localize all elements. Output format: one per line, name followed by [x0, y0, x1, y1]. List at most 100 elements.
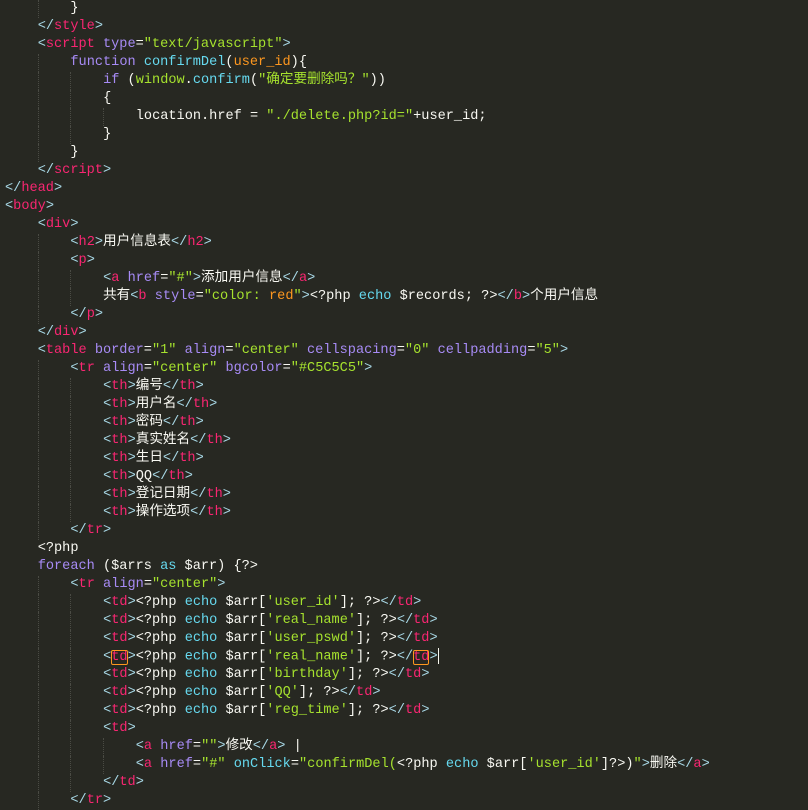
- code-token: QQ: [136, 469, 152, 484]
- code-token: </: [163, 415, 179, 430]
- indent-guide: [38, 684, 71, 702]
- code-line[interactable]: </tr>: [5, 522, 111, 540]
- indent-guide: [70, 90, 103, 108]
- code-line[interactable]: <td>: [5, 720, 136, 738]
- code-token: >: [54, 181, 62, 196]
- indent-guide: [70, 468, 103, 486]
- code-line[interactable]: {: [5, 90, 111, 108]
- code-line[interactable]: <td><?php echo $arr['real_name']; ?></td…: [5, 648, 439, 666]
- code-line[interactable]: </style>: [5, 18, 103, 36]
- code-line[interactable]: <?php: [5, 540, 78, 558]
- code-token: >: [128, 703, 136, 718]
- code-line[interactable]: <th>QQ</th>: [5, 468, 193, 486]
- code-line[interactable]: </tr>: [5, 792, 111, 810]
- code-token: <: [103, 631, 111, 646]
- code-line[interactable]: <td><?php echo $arr['birthday']; ?></td>: [5, 666, 429, 684]
- indent-guide: [5, 342, 38, 360]
- code-token: >: [128, 631, 136, 646]
- code-token: th: [179, 379, 195, 394]
- code-token: "./delete.php?id=": [266, 109, 413, 124]
- code-line[interactable]: <th>用户名</th>: [5, 396, 217, 414]
- code-line[interactable]: <th>操作选项</th>: [5, 504, 231, 522]
- code-line[interactable]: foreach ($arrs as $arr) {?>: [5, 558, 258, 576]
- code-token: p: [87, 307, 95, 322]
- code-token: >: [302, 289, 310, 304]
- code-line[interactable]: </head>: [5, 180, 62, 198]
- code-line[interactable]: <td><?php echo $arr['real_name']; ?></td…: [5, 612, 438, 630]
- code-line[interactable]: 共有<b style="color: red"><?php echo $reco…: [5, 288, 598, 306]
- code-token: td: [111, 650, 127, 665]
- code-line[interactable]: <table border="1" align="center" cellspa…: [5, 342, 568, 360]
- code-token: <: [103, 685, 111, 700]
- code-token: border: [95, 343, 144, 358]
- code-line[interactable]: </p>: [5, 306, 103, 324]
- code-line[interactable]: <th>编号</th>: [5, 378, 204, 396]
- code-line[interactable]: <script type="text/javascript">: [5, 36, 291, 54]
- indent-guide: [5, 630, 38, 648]
- indent-guide: [38, 72, 71, 90]
- indent-guide: [70, 126, 103, 144]
- code-token: </: [38, 19, 54, 34]
- code-token: </: [397, 631, 413, 646]
- code-token: ]; ?>: [299, 685, 340, 700]
- code-line[interactable]: location.href = "./delete.php?id="+user_…: [5, 108, 487, 126]
- code-line[interactable]: function confirmDel(user_id){: [5, 54, 307, 72]
- code-token: if: [103, 73, 119, 88]
- code-line[interactable]: <td><?php echo $arr['user_id']; ?></td>: [5, 594, 421, 612]
- code-token: 'user_id': [266, 595, 339, 610]
- code-line[interactable]: <a href="#">添加用户信息</a>: [5, 270, 315, 288]
- code-token: </: [163, 451, 179, 466]
- indent-guide: [103, 738, 136, 756]
- indent-guide: [38, 90, 71, 108]
- code-line[interactable]: <th>密码</th>: [5, 414, 204, 432]
- indent-guide: [5, 126, 38, 144]
- code-token: $arr[: [217, 631, 266, 646]
- code-token: [176, 343, 184, 358]
- code-token: >: [128, 595, 136, 610]
- code-token: $arr[: [217, 613, 266, 628]
- indent-guide: [5, 234, 38, 252]
- code-token: <: [103, 721, 111, 736]
- code-line[interactable]: <tr align="center">: [5, 576, 225, 594]
- code-token: align: [185, 343, 226, 358]
- code-line[interactable]: }: [5, 126, 111, 144]
- code-editor[interactable]: }</style><script type="text/javascript">…: [0, 0, 808, 804]
- code-line[interactable]: <a href="#" onClick="confirmDel(<?php ec…: [5, 756, 710, 774]
- code-line[interactable]: </td>: [5, 774, 144, 792]
- code-token: echo: [185, 685, 218, 700]
- code-token: a: [144, 757, 152, 772]
- code-token: cellpadding: [438, 343, 528, 358]
- indent-guide: [38, 108, 71, 126]
- code-token: <: [70, 253, 78, 268]
- code-line[interactable]: }: [5, 144, 79, 162]
- code-token: </: [190, 487, 206, 502]
- code-token: >: [128, 433, 136, 448]
- code-line[interactable]: <th>真实姓名</th>: [5, 432, 231, 450]
- code-line[interactable]: <th>登记日期</th>: [5, 486, 231, 504]
- code-token: $arr) {?>: [176, 559, 258, 574]
- code-token: >: [223, 505, 231, 520]
- code-line[interactable]: <p>: [5, 252, 95, 270]
- code-line[interactable]: </div>: [5, 324, 87, 342]
- code-token: |: [285, 739, 301, 754]
- code-line[interactable]: <h2>用户信息表</h2>: [5, 234, 212, 252]
- code-line[interactable]: <th>生日</th>: [5, 450, 204, 468]
- code-line[interactable]: }: [5, 0, 79, 18]
- code-token: <: [103, 667, 111, 682]
- code-line[interactable]: <div>: [5, 216, 79, 234]
- code-line[interactable]: </script>: [5, 162, 111, 180]
- code-line[interactable]: <body>: [5, 198, 54, 216]
- code-line[interactable]: <td><?php echo $arr['reg_time']; ?></td>: [5, 702, 429, 720]
- code-line[interactable]: <a href="">修改</a> |: [5, 738, 302, 756]
- code-line[interactable]: <td><?php echo $arr['QQ']; ?></td>: [5, 684, 381, 702]
- code-line[interactable]: <tr align="center" bgcolor="#C5C5C5">: [5, 360, 372, 378]
- code-token: "1": [152, 343, 176, 358]
- code-token: <: [103, 650, 111, 665]
- indent-guide: [38, 630, 71, 648]
- code-token: 用户名: [136, 397, 177, 412]
- code-line[interactable]: if (window.confirm("确定要删除吗？")): [5, 72, 386, 90]
- code-token: </: [177, 397, 193, 412]
- code-line[interactable]: <td><?php echo $arr['user_pswd']; ?></td…: [5, 630, 438, 648]
- code-token: a: [144, 739, 152, 754]
- code-token: </: [497, 289, 513, 304]
